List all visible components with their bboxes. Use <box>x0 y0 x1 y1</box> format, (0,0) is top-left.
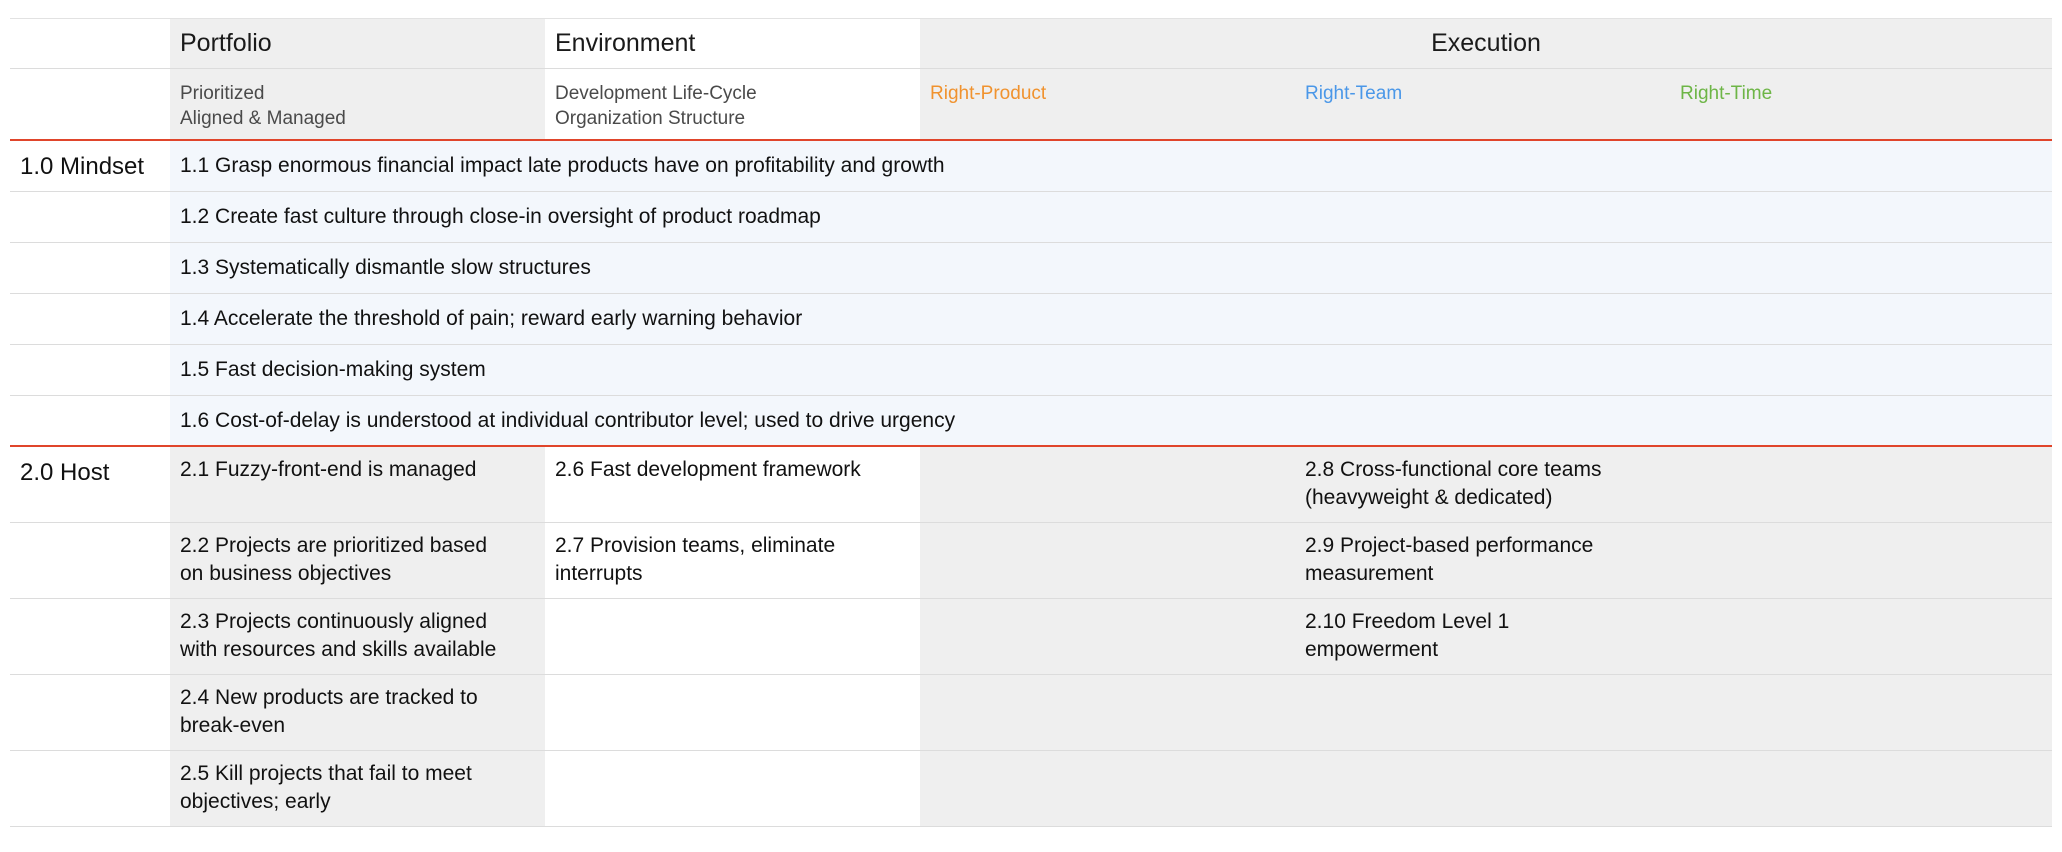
mindset-row: 1.4 Accelerate the threshold of pain; re… <box>10 294 2052 345</box>
host-environment-cell <box>545 751 920 826</box>
subheader-portfolio-line: Aligned & Managed <box>180 108 346 129</box>
host-environment-cell <box>545 599 920 674</box>
subheader-environment: Development Life-Cycle Organization Stru… <box>545 69 920 139</box>
header-row-main: Portfolio Environment Execution <box>10 18 2052 69</box>
host-right-time-cell <box>1670 599 2052 674</box>
subheader-right-team: Right-Team <box>1295 69 1670 139</box>
column-header-execution: Execution <box>920 19 2052 68</box>
mindset-item: 1.6 Cost-of-delay is understood at indiv… <box>170 396 2052 445</box>
host-portfolio-cell: 2.4 New products are tracked to break-ev… <box>170 675 545 750</box>
host-right-product-cell <box>920 751 1295 826</box>
host-right-product-cell <box>920 447 1295 522</box>
row-label-empty <box>10 523 170 598</box>
section-label-mindset: 1.0 Mindset <box>10 141 170 191</box>
host-portfolio-cell: 2.3 Projects continuously aligned with r… <box>170 599 545 674</box>
host-right-time-cell <box>1670 447 2052 522</box>
host-row: 2.3 Projects continuously aligned with r… <box>10 599 2052 675</box>
mindset-item: 1.1 Grasp enormous financial impact late… <box>170 141 2052 191</box>
subheader-portfolio-line: Prioritized <box>180 83 265 104</box>
subheader-environment-line: Organization Structure <box>555 108 746 129</box>
host-row: 2.4 New products are tracked to break-ev… <box>10 675 2052 751</box>
host-row: 2.0 Host 2.1 Fuzzy-front-end is managed … <box>10 447 2052 523</box>
row-label-empty <box>10 243 170 293</box>
host-right-product-cell <box>920 675 1295 750</box>
host-right-team-cell <box>1295 751 1670 826</box>
header-row-sub: Prioritized Aligned & Managed Developmen… <box>10 69 2052 141</box>
host-right-team-cell <box>1295 675 1670 750</box>
mindset-row: 1.0 Mindset 1.1 Grasp enormous financial… <box>10 141 2052 192</box>
subheader-corner <box>10 69 170 139</box>
column-header-portfolio: Portfolio <box>170 19 545 68</box>
mindset-row: 1.3 Systematically dismantle slow struct… <box>10 243 2052 294</box>
mindset-item: 1.3 Systematically dismantle slow struct… <box>170 243 2052 293</box>
section-label-host: 2.0 Host <box>10 447 170 522</box>
host-portfolio-cell: 2.5 Kill projects that fail to meet obje… <box>170 751 545 826</box>
host-right-team-cell: 2.8 Cross-functional core teams (heavywe… <box>1295 447 1670 522</box>
row-label-empty <box>10 396 170 445</box>
header-corner <box>10 19 170 68</box>
row-label-empty <box>10 294 170 344</box>
host-environment-cell: 2.7 Provision teams, eliminate interrupt… <box>545 523 920 598</box>
row-label-empty <box>10 675 170 750</box>
subheader-environment-line: Development Life-Cycle <box>555 83 757 104</box>
host-row: 2.2 Projects are prioritized based on bu… <box>10 523 2052 599</box>
mindset-item: 1.5 Fast decision-making system <box>170 345 2052 395</box>
host-right-team-cell: 2.9 Project-based performance measuremen… <box>1295 523 1670 598</box>
subheader-right-product: Right-Product <box>920 69 1295 139</box>
host-row: 2.5 Kill projects that fail to meet obje… <box>10 751 2052 827</box>
row-label-empty <box>10 345 170 395</box>
host-environment-cell: 2.6 Fast development framework <box>545 447 920 522</box>
mindset-item: 1.4 Accelerate the threshold of pain; re… <box>170 294 2052 344</box>
subheader-right-time: Right-Time <box>1670 69 2052 139</box>
column-header-environment: Environment <box>545 19 920 68</box>
host-portfolio-cell: 2.2 Projects are prioritized based on bu… <box>170 523 545 598</box>
host-right-product-cell <box>920 599 1295 674</box>
row-label-empty <box>10 192 170 242</box>
host-environment-cell <box>545 675 920 750</box>
host-right-time-cell <box>1670 675 2052 750</box>
subheader-portfolio: Prioritized Aligned & Managed <box>170 69 545 139</box>
host-right-time-cell <box>1670 523 2052 598</box>
mindset-row: 1.6 Cost-of-delay is understood at indiv… <box>10 396 2052 447</box>
host-right-product-cell <box>920 523 1295 598</box>
mindset-row: 1.2 Create fast culture through close-in… <box>10 192 2052 243</box>
host-right-time-cell <box>1670 751 2052 826</box>
framework-table: Portfolio Environment Execution Prioriti… <box>10 18 2052 827</box>
host-portfolio-cell: 2.1 Fuzzy-front-end is managed <box>170 447 545 522</box>
host-right-team-cell: 2.10 Freedom Level 1 empowerment <box>1295 599 1670 674</box>
mindset-row: 1.5 Fast decision-making system <box>10 345 2052 396</box>
row-label-empty <box>10 599 170 674</box>
row-label-empty <box>10 751 170 826</box>
mindset-item: 1.2 Create fast culture through close-in… <box>170 192 2052 242</box>
